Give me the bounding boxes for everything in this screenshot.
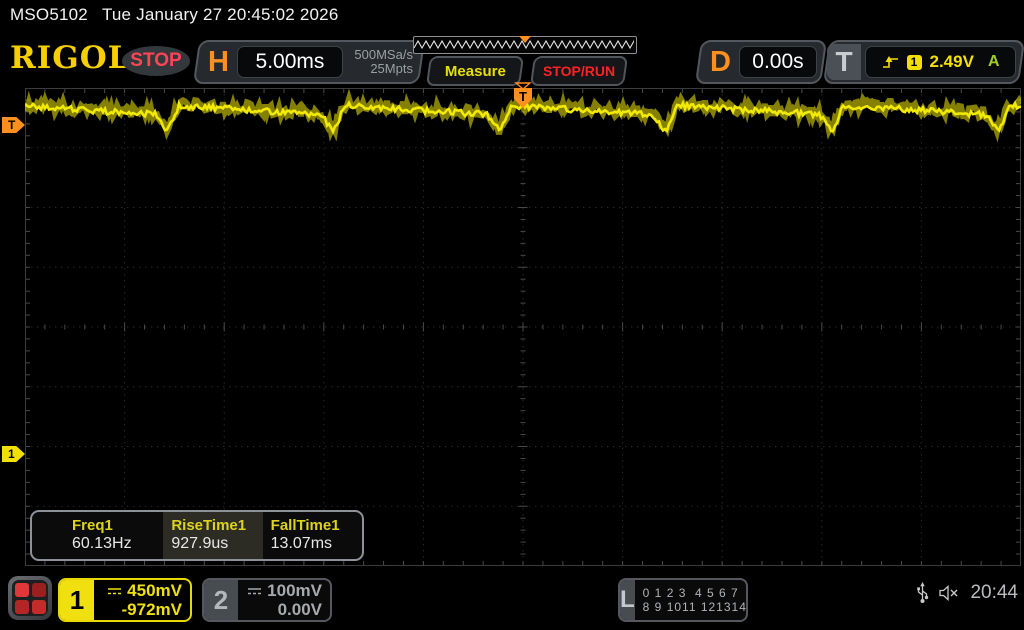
titlebar: MSO5102 Tue January 27 20:45:02 2026 [10, 5, 353, 25]
sample-rate: 500MSa/s [349, 48, 413, 62]
channel1-scale: 450mV [127, 581, 182, 600]
channel1-status-button[interactable]: 1 450mV -972mV [58, 578, 192, 622]
trigger-level-value: 2.49V [930, 52, 974, 72]
delay-label: D [700, 46, 739, 79]
measure-button-label: Measure [445, 63, 506, 80]
channel2-status-button[interactable]: 2 100mV 0.00V [202, 578, 332, 622]
channel2-scale: 100mV [267, 581, 322, 600]
channel2-offset: 0.00V [278, 600, 322, 619]
acquisition-info: 500MSa/s 25Mpts [349, 48, 413, 76]
trigger-sweep-mode: A [988, 53, 1000, 71]
delay-settings-button[interactable]: D 0.00s [695, 40, 827, 84]
logic-row-0-7: 0 1 2 3 4 5 6 7 [643, 586, 748, 600]
horizontal-settings-button[interactable]: H 5.00ms 500MSa/s 25Mpts [193, 40, 425, 84]
red-grid-icon [12, 580, 48, 616]
logic-channels-button[interactable]: L 0 1 2 3 4 5 6 7 8 9 1011 12131415 [618, 578, 748, 622]
measurement-value: 927.9us [171, 535, 262, 553]
measurement-name: RiseTime1 [171, 517, 262, 534]
dc-coupling-icon [247, 586, 262, 596]
datetime: Tue January 27 20:45:02 2026 [102, 5, 339, 24]
measurement-value: 60.13Hz [72, 535, 163, 553]
dc-coupling-icon [107, 586, 122, 596]
trigger-level-marker[interactable]: T [2, 117, 25, 133]
logic-row-8-15: 8 9 1011 12131415 [643, 600, 748, 614]
waveform-preview-bar[interactable] [413, 36, 637, 54]
stop-run-button[interactable]: STOP/RUN [530, 56, 628, 86]
clock: 20:44 [970, 582, 1018, 604]
usb-icon [916, 582, 929, 604]
trigger-label: T [827, 44, 861, 80]
channel1-offset: -972mV [122, 600, 182, 619]
measurement-name: Freq1 [72, 517, 163, 534]
speaker-muted-icon[interactable] [939, 585, 960, 601]
memory-depth: 25Mpts [349, 62, 413, 76]
delay-value: 0.00s [739, 46, 817, 78]
model-name: MSO5102 [10, 5, 88, 24]
measurement-panel[interactable]: Freq1 60.13Hz RiseTime1 927.9us FallTime… [30, 510, 364, 561]
stop-run-button-label: STOP/RUN [543, 63, 615, 79]
measurement-value: 13.07ms [271, 535, 362, 553]
measurement-risetime1[interactable]: RiseTime1 927.9us [163, 512, 262, 559]
channel2-number: 2 [204, 580, 238, 620]
rigol-logo: RIGOL [10, 40, 131, 76]
measurement-name: FallTime1 [271, 517, 362, 534]
preview-position-marker-icon[interactable] [519, 36, 531, 43]
trigger-settings-button[interactable]: T 1 2.49V A [823, 40, 1024, 84]
trigger-source-badge: 1 [907, 55, 922, 70]
measurement-freq1[interactable]: Freq1 60.13Hz [32, 512, 163, 559]
rising-edge-trigger-icon [882, 55, 899, 69]
horizontal-label: H [198, 46, 237, 79]
function-grid-button[interactable] [8, 576, 52, 620]
measure-button[interactable]: Measure [426, 56, 524, 86]
logic-label: L [620, 580, 635, 620]
oscilloscope-screen: MSO5102 Tue January 27 20:45:02 2026 RIGO… [0, 0, 1024, 630]
measurement-falltime1[interactable]: FallTime1 13.07ms [263, 512, 362, 559]
run-state-badge: STOP [122, 46, 190, 76]
channel1-number: 1 [60, 580, 94, 620]
channel1-offset-marker[interactable]: 1 [2, 446, 25, 462]
timebase-value: 5.00ms [237, 46, 343, 78]
waveform-display [25, 88, 1021, 566]
